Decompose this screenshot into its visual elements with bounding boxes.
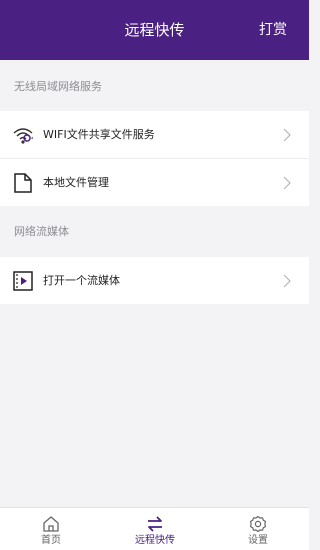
file-icon bbox=[14, 172, 32, 193]
tab-settings[interactable]: 设置 bbox=[213, 508, 303, 550]
chevron-right-icon bbox=[283, 128, 291, 141]
tab-home[interactable]: 首页 bbox=[6, 508, 96, 550]
tab-label: 远程快传 bbox=[135, 535, 175, 546]
list-item-label: 本地文件管理 bbox=[43, 175, 109, 189]
transfer-arrows-icon bbox=[148, 516, 162, 532]
tab-label: 设置 bbox=[248, 535, 268, 546]
section-label-lan: 无线局域网络服务 bbox=[14, 80, 102, 93]
bottom-tab-bar: 首页 远程快传 设置 bbox=[0, 507, 309, 550]
app-header: 远程快传 打赏 bbox=[0, 0, 309, 60]
wifi-share-icon bbox=[13, 127, 33, 144]
tab-remote-transfer[interactable]: 远程快传 bbox=[110, 508, 200, 550]
chevron-right-icon bbox=[283, 274, 291, 287]
home-icon bbox=[43, 516, 59, 532]
list-item-local-files[interactable]: 本地文件管理 bbox=[0, 159, 309, 206]
tab-label: 首页 bbox=[41, 535, 61, 546]
list-item-label: WIFI文件共享文件服务 bbox=[43, 127, 155, 141]
video-file-icon bbox=[13, 270, 33, 291]
chevron-right-icon bbox=[283, 176, 291, 189]
list-item-label: 打开一个流媒体 bbox=[43, 273, 120, 287]
gear-icon bbox=[249, 515, 267, 533]
tip-button[interactable]: 打赏 bbox=[259, 21, 287, 39]
list-item-open-stream[interactable]: 打开一个流媒体 bbox=[0, 257, 309, 304]
section-label-streaming: 网络流媒体 bbox=[14, 225, 69, 238]
list-item-wifi-share[interactable]: WIFI文件共享文件服务 bbox=[0, 111, 309, 158]
